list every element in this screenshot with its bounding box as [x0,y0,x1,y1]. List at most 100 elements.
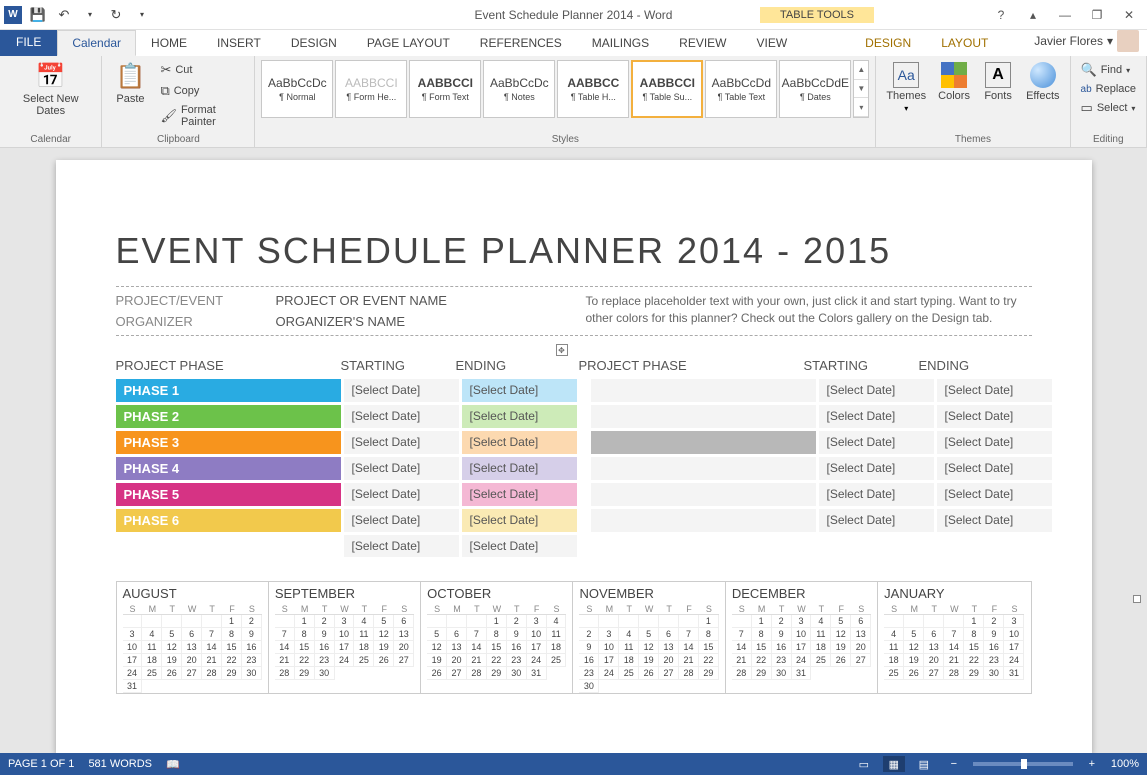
cal-day[interactable]: 26 [904,667,924,680]
phase-end-cell[interactable]: [Select Date] [462,457,577,480]
cal-day[interactable]: 28 [732,667,752,680]
cal-day[interactable]: 3 [335,615,355,628]
cal-day[interactable]: 20 [924,654,944,667]
qat-save[interactable]: 💾 [26,3,50,27]
cal-day[interactable]: 21 [275,654,295,667]
cal-day[interactable]: 23 [242,654,262,667]
qat-undo-more[interactable]: ▾ [78,3,102,27]
phase-name-cell[interactable]: PHASE 5 [116,483,341,506]
styles-more-button[interactable]: ▲▼▾ [853,60,869,118]
cal-day[interactable]: 28 [944,667,964,680]
cal-day[interactable]: 1 [752,615,772,628]
phase-end-cell-right[interactable]: [Select Date] [937,379,1052,402]
cal-day[interactable]: 13 [447,641,467,654]
style-item-4[interactable]: AABBCC¶ Table H... [557,60,629,118]
cal-day[interactable]: 6 [924,628,944,641]
cal-day[interactable]: 25 [811,654,831,667]
cal-day[interactable]: 31 [792,667,812,680]
phase-start-cell-right[interactable]: [Select Date] [819,457,934,480]
cal-day[interactable]: 27 [924,667,944,680]
cal-day[interactable]: 11 [884,641,904,654]
cal-day[interactable]: 5 [374,615,394,628]
cal-day[interactable]: 24 [1004,654,1024,667]
cal-day[interactable]: 20 [659,654,679,667]
cal-day[interactable]: 28 [679,667,699,680]
cal-day[interactable]: 9 [984,628,1004,641]
cal-day[interactable]: 9 [507,628,527,641]
calendar-month[interactable]: AUGUST SMTWTFS 1234567891011121314151617… [117,582,269,693]
phase-end-cell[interactable]: [Select Date] [462,535,577,557]
cal-day[interactable]: 5 [639,628,659,641]
cal-day[interactable]: 13 [182,641,202,654]
cal-day[interactable]: 3 [123,628,143,641]
phase-end-cell-right[interactable]: [Select Date] [937,457,1052,480]
cal-day[interactable]: 10 [335,628,355,641]
cal-day[interactable]: 16 [507,641,527,654]
cal-day[interactable]: 8 [295,628,315,641]
cal-day[interactable]: 24 [123,667,143,680]
cal-day[interactable]: 5 [904,628,924,641]
tab-mailings[interactable]: MAILINGS [577,30,664,56]
cal-day[interactable]: 31 [527,667,547,680]
phase-start-cell-right[interactable]: [Select Date] [819,405,934,428]
cal-day[interactable]: 4 [619,628,639,641]
themes-button[interactable]: Aa Themes ▾ [882,60,930,115]
cal-day[interactable]: 4 [811,615,831,628]
cal-day[interactable]: 9 [242,628,262,641]
phase-start-cell-right[interactable]: [Select Date] [819,431,934,454]
cal-day[interactable]: 8 [699,628,719,641]
fonts-button[interactable]: A Fonts [978,60,1018,104]
cal-day[interactable]: 7 [275,628,295,641]
style-item-3[interactable]: AaBbCcDc¶ Notes [483,60,555,118]
tab-table-design[interactable]: DESIGN [850,30,926,56]
cal-day[interactable]: 17 [599,654,619,667]
zoom-out[interactable]: − [943,756,965,772]
phase-start-cell[interactable]: [Select Date] [344,457,459,480]
cal-day[interactable]: 17 [1004,641,1024,654]
cal-day[interactable]: 19 [162,654,182,667]
cal-day[interactable]: 16 [984,641,1004,654]
restore-button[interactable]: ❐ [1085,5,1109,25]
table-resize-handle[interactable] [1133,595,1141,603]
phase-name-cell[interactable]: PHASE 6 [116,509,341,532]
cal-day[interactable]: 2 [242,615,262,628]
cal-day[interactable]: 2 [315,615,335,628]
cal-day[interactable]: 12 [162,641,182,654]
cal-day[interactable]: 24 [599,667,619,680]
cal-day[interactable]: 15 [699,641,719,654]
cal-day[interactable]: 15 [752,641,772,654]
cal-day[interactable]: 25 [884,667,904,680]
cal-day[interactable]: 18 [142,654,162,667]
phase-name-cell[interactable]: PHASE 2 [116,405,341,428]
cal-day[interactable]: 12 [427,641,447,654]
zoom-thumb[interactable] [1021,759,1027,769]
format-painter-button[interactable]: 🖌 Format Painter [156,102,248,130]
view-read-mode[interactable]: ▭ [853,756,875,772]
phase-end-cell-right[interactable]: [Select Date] [937,431,1052,454]
cal-day[interactable]: 14 [732,641,752,654]
phase-end-cell[interactable]: [Select Date] [462,405,577,428]
style-item-0[interactable]: AaBbCcDc¶ Normal [261,60,333,118]
cal-day[interactable]: 22 [752,654,772,667]
select-new-dates-button[interactable]: 📅 Select New Dates [6,60,95,119]
cal-day[interactable]: 26 [639,667,659,680]
cal-day[interactable]: 28 [275,667,295,680]
help-text[interactable]: To replace placeholder text with your ow… [586,293,1032,329]
style-item-2[interactable]: AABBCCI¶ Form Text [409,60,481,118]
cal-day[interactable]: 6 [394,615,414,628]
cal-day[interactable]: 12 [639,641,659,654]
style-item-1[interactable]: AABBCCI¶ Form He... [335,60,407,118]
cal-day[interactable]: 25 [547,654,567,667]
calendar-month[interactable]: SEPTEMBER SMTWTFS 1234567891011121314151… [269,582,421,693]
cal-day[interactable]: 14 [944,641,964,654]
cal-day[interactable]: 22 [964,654,984,667]
replace-button[interactable]: ab Replace [1077,81,1140,97]
cal-day[interactable]: 20 [851,641,871,654]
cal-day[interactable]: 23 [772,654,792,667]
cal-day[interactable]: 7 [202,628,222,641]
cal-day[interactable]: 28 [467,667,487,680]
cal-day[interactable]: 27 [394,654,414,667]
phase-name-cell-right[interactable] [591,509,816,532]
document-title[interactable]: EVENT SCHEDULE PLANNER 2014 - 2015 [116,230,1032,272]
cal-day[interactable]: 20 [447,654,467,667]
